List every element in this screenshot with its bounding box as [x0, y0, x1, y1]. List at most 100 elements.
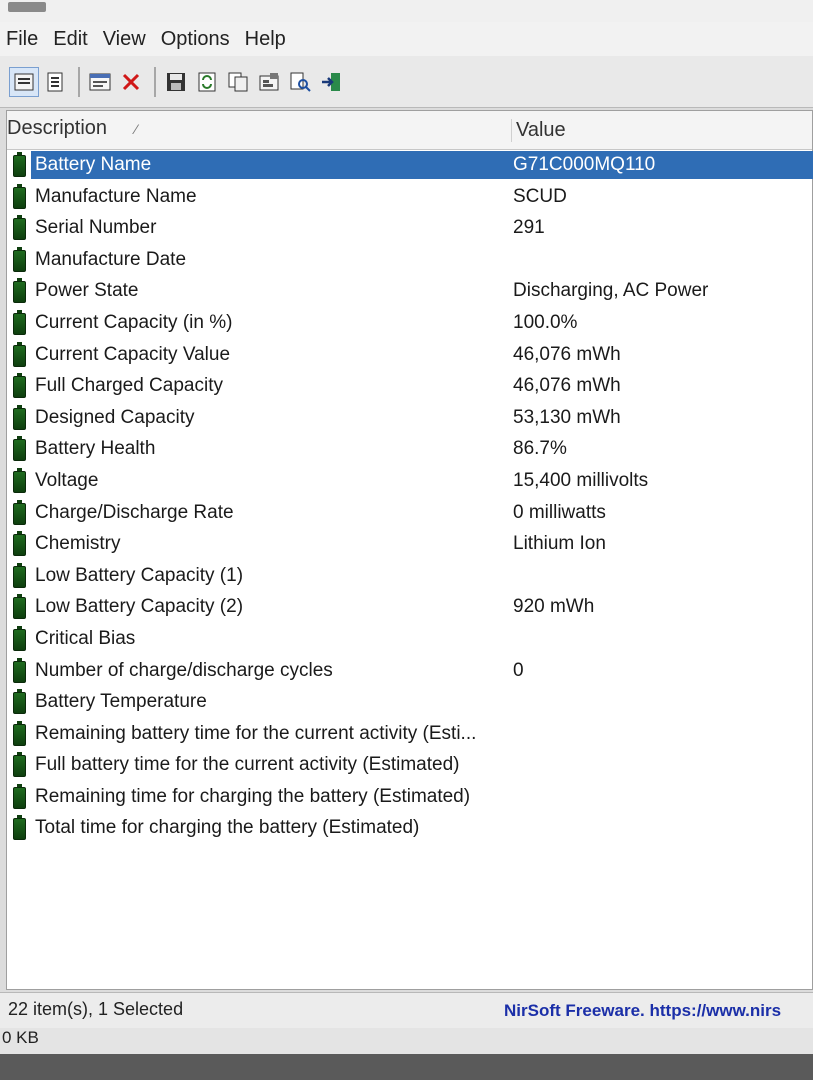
- row-value: [507, 688, 813, 716]
- table-row[interactable]: Battery Name G71C000MQ110: [7, 149, 813, 181]
- row-description: Low Battery Capacity (2): [35, 596, 244, 618]
- table-row[interactable]: Designed Capacity 53,130 mWh: [7, 402, 812, 434]
- battery-icon: [13, 309, 26, 335]
- row-description: Manufacture Date: [35, 248, 187, 270]
- battery-icon: [13, 625, 26, 651]
- battery-icon: [13, 783, 26, 809]
- row-description: Chemistry: [35, 533, 121, 555]
- table-row[interactable]: Full battery time for the current activi…: [7, 749, 812, 781]
- row-description: Manufacture Name: [35, 185, 197, 207]
- copy-icon[interactable]: [224, 68, 252, 96]
- battery-icon: [13, 278, 26, 304]
- properties-icon[interactable]: [9, 66, 39, 97]
- table-row[interactable]: Low Battery Capacity (1): [7, 560, 812, 592]
- row-value: [507, 751, 813, 779]
- table-row[interactable]: Total time for charging the battery (Est…: [7, 812, 812, 844]
- table-row[interactable]: Chemistry Lithium Ion: [7, 528, 812, 560]
- row-description: Charge/Discharge Rate: [35, 501, 234, 523]
- table-row[interactable]: Remaining time for charging the battery …: [7, 781, 812, 813]
- copy-report-icon[interactable]: [41, 68, 69, 96]
- nirsoft-link[interactable]: NirSoft Freeware. https://www.nirs: [504, 1001, 781, 1021]
- row-description: Low Battery Capacity (1): [35, 564, 244, 586]
- table-row[interactable]: Manufacture Name SCUD: [7, 181, 812, 213]
- table-row[interactable]: Number of charge/discharge cycles 0: [7, 655, 812, 687]
- table-row[interactable]: Full Charged Capacity 46,076 mWh: [7, 370, 812, 402]
- row-value: Lithium Ion: [513, 533, 606, 555]
- delete-icon[interactable]: [117, 68, 145, 96]
- row-value: 100.0%: [513, 311, 578, 333]
- row-description: Battery Health: [35, 438, 156, 460]
- battery-icon: [13, 815, 26, 841]
- battery-icon: [13, 246, 26, 272]
- html-report-icon[interactable]: [86, 68, 114, 96]
- app-icon: [8, 2, 46, 12]
- battery-icon: [13, 531, 26, 557]
- table-row[interactable]: Power State Discharging, AC Power: [7, 275, 812, 307]
- sort-indicator-icon: ⁄: [135, 121, 138, 137]
- table-row[interactable]: Charge/Discharge Rate 0 milliwatts: [7, 497, 812, 529]
- exit-icon[interactable]: [317, 68, 345, 96]
- battery-icon: [13, 436, 26, 462]
- row-value: G71C000MQ110: [507, 151, 813, 179]
- toolbar-separator: [78, 66, 80, 97]
- menu-bar: File Edit View Options Help: [0, 22, 813, 56]
- column-header-value[interactable]: Value: [511, 119, 566, 142]
- toolbar: [0, 56, 813, 108]
- row-value: [507, 562, 813, 590]
- row-description: Remaining time for charging the battery …: [35, 785, 471, 807]
- row-description: Full battery time for the current activi…: [35, 754, 460, 776]
- battery-icon: [13, 594, 26, 620]
- row-description: Designed Capacity: [35, 406, 195, 428]
- battery-info-table: Description ⁄ Value Battery Name G71C000M…: [6, 110, 813, 990]
- row-description: Number of charge/discharge cycles: [35, 659, 333, 681]
- table-row[interactable]: Current Capacity Value 46,076 mWh: [7, 339, 812, 371]
- status-bar-secondary: 0 KB: [0, 1028, 813, 1054]
- row-description: Remaining battery time for the current a…: [35, 722, 477, 744]
- save-icon[interactable]: [162, 68, 190, 96]
- status-item-count: 22 item(s), 1 Selected: [8, 999, 184, 1019]
- table-row[interactable]: Remaining battery time for the current a…: [7, 718, 812, 750]
- find-icon[interactable]: [286, 68, 314, 96]
- row-value: [507, 814, 813, 842]
- menu-edit[interactable]: Edit: [47, 28, 96, 51]
- row-description: Battery Temperature: [35, 691, 207, 713]
- battery-icon: [13, 152, 26, 177]
- battery-icon: [13, 183, 26, 209]
- row-description: Serial Number: [35, 217, 157, 239]
- table-row[interactable]: Low Battery Capacity (2) 920 mWh: [7, 591, 812, 623]
- table-row[interactable]: Manufacture Date: [7, 244, 812, 276]
- row-value: 291: [513, 217, 545, 239]
- row-value: 920 mWh: [513, 596, 595, 618]
- row-description: Power State: [35, 280, 139, 302]
- row-description: Current Capacity (in %): [35, 311, 233, 333]
- row-description: Total time for charging the battery (Est…: [35, 817, 420, 839]
- row-value: [507, 246, 813, 274]
- screen-bezel: [0, 1054, 813, 1080]
- row-value: 53,130 mWh: [513, 406, 621, 428]
- refresh-icon[interactable]: [193, 68, 221, 96]
- table-row[interactable]: Voltage 15,400 millivolts: [7, 465, 812, 497]
- battery-icon: [13, 720, 26, 746]
- column-header-description[interactable]: Description: [7, 117, 107, 140]
- menu-options[interactable]: Options: [155, 28, 239, 51]
- title-bar: [0, 0, 813, 23]
- row-description: Full Charged Capacity: [35, 375, 223, 397]
- battery-icon: [13, 467, 26, 493]
- menu-file[interactable]: File: [0, 28, 47, 51]
- row-description: Battery Name: [31, 151, 511, 179]
- menu-view[interactable]: View: [97, 28, 155, 51]
- table-row[interactable]: Battery Health 86.7%: [7, 433, 812, 465]
- battery-icon: [13, 562, 26, 588]
- menu-help[interactable]: Help: [239, 28, 295, 51]
- row-value: Discharging, AC Power: [513, 280, 709, 302]
- row-value: [507, 783, 813, 811]
- row-value: 46,076 mWh: [513, 343, 621, 365]
- status-size: 0 KB: [2, 1028, 39, 1047]
- table-row[interactable]: Current Capacity (in %) 100.0%: [7, 307, 812, 339]
- row-value: 0: [513, 659, 524, 681]
- table-row[interactable]: Battery Temperature: [7, 686, 812, 718]
- battery-icon: [13, 657, 26, 683]
- table-row[interactable]: Serial Number 291: [7, 212, 812, 244]
- settings-icon[interactable]: [255, 68, 283, 96]
- table-row[interactable]: Critical Bias: [7, 623, 812, 655]
